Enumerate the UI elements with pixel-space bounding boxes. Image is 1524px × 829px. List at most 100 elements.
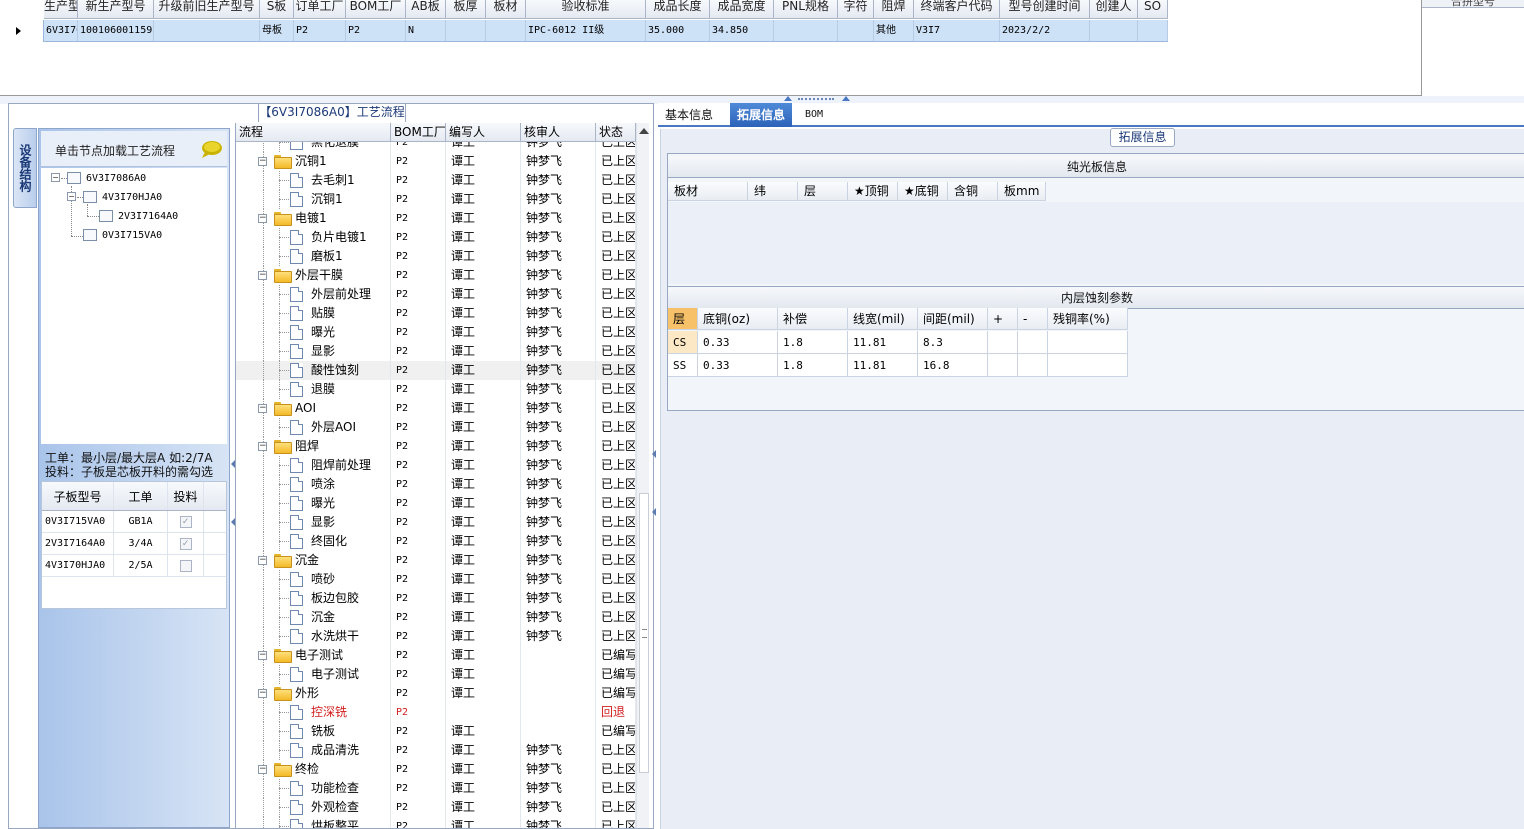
top-col-header[interactable]: 创建人	[1090, 0, 1138, 19]
top-col-header[interactable]: S板	[260, 0, 294, 19]
flow-step-row[interactable]: 水洗烘干 P2 谭工 钟梦飞 已上区	[236, 627, 636, 646]
flow-step-row[interactable]: 喷砂 P2 谭工 钟梦飞 已上区	[236, 570, 636, 589]
flow-step-row[interactable]: 退膜 P2 谭工 钟梦飞 已上区	[236, 380, 636, 399]
flow-step-row[interactable]: 终固化 P2 谭工 钟梦飞 已上区	[236, 532, 636, 551]
tab-basic-info[interactable]: 基本信息	[658, 103, 720, 127]
top-row-cell[interactable]	[1138, 20, 1168, 41]
top-row-cell[interactable]: 2023/2/2	[1000, 20, 1090, 41]
top-col-header[interactable]: 板厚	[446, 0, 486, 19]
etch-cell[interactable]: SS	[668, 354, 698, 377]
collapse-icon[interactable]: −	[258, 556, 267, 565]
col-bom-factory[interactable]: BOM工厂	[391, 123, 446, 142]
flow-group-row[interactable]: − AOI P2 谭工 钟梦飞 已上区	[236, 399, 636, 418]
flow-step-row[interactable]: 外层前处理 P2 谭工 钟梦飞 已上区	[236, 285, 636, 304]
top-row-cell[interactable]: 其他	[874, 20, 914, 41]
etch-row[interactable]: SS 0.33 1.8 11.81 16.8	[668, 354, 1128, 377]
flow-step-row[interactable]: 去毛刺1 P2 谭工 钟梦飞 已上区	[236, 171, 636, 190]
top-row-cell[interactable]	[838, 20, 874, 41]
etch-cell[interactable]: 16.8	[918, 354, 988, 377]
etch-cell[interactable]: 0.33	[698, 354, 778, 377]
etch-cell[interactable]	[1048, 331, 1128, 354]
etch-cell[interactable]: 8.3	[918, 331, 988, 354]
top-row-cell[interactable]	[154, 20, 260, 41]
flow-step-row[interactable]: 曝光 P2 谭工 钟梦飞 已上区	[236, 494, 636, 513]
sub-board-row[interactable]: 0V3I715VA0 GB1A ✓	[42, 511, 226, 533]
collapse-icon[interactable]: −	[258, 442, 267, 451]
flow-scrollbar[interactable]	[636, 123, 649, 828]
tree-node-0v3i715va0[interactable]: 0V3I715VA0	[83, 227, 162, 243]
top-col-header[interactable]: 验收标准	[526, 0, 646, 19]
top-row-cell[interactable]: 10010600115972	[78, 20, 154, 41]
sub-board-row[interactable]: 2V3I7164A0 3/4A ✓	[42, 533, 226, 555]
scroll-up-icon[interactable]	[639, 128, 649, 134]
col-flow[interactable]: 流程	[236, 123, 391, 142]
collapse-icon[interactable]: −	[258, 214, 267, 223]
collapse-icon[interactable]: −	[258, 765, 267, 774]
flow-step-row[interactable]: 酸性蚀刻 P2 谭工 钟梦飞 已上区	[236, 361, 636, 380]
feed-checkbox[interactable]	[179, 559, 192, 572]
board-col-header[interactable]: 板mm	[998, 182, 1046, 201]
feed-checkbox[interactable]: ✓	[179, 537, 192, 550]
flow-group-row[interactable]: − 沉铜1 P2 谭工 钟梦飞 已上区	[236, 152, 636, 171]
flow-step-row[interactable]: 电子测试 P2 谭工 已编写	[236, 665, 636, 684]
feed-checkbox[interactable]: ✓	[179, 515, 192, 528]
top-col-header[interactable]: 阻焊	[874, 0, 914, 19]
top-row-cell[interactable]: IPC-6012 II级	[526, 20, 646, 41]
top-col-header[interactable]: 订单工厂	[294, 0, 346, 19]
sub-board-row[interactable]: 4V3I70HJA0 2/5A	[42, 555, 226, 577]
flow-step-row[interactable]: 喷涂 P2 谭工 钟梦飞 已上区	[236, 475, 636, 494]
top-col-header[interactable]: SO	[1138, 0, 1168, 19]
top-col-header[interactable]: AB板	[406, 0, 446, 19]
top-row-cell[interactable]: P2	[346, 20, 406, 41]
flow-step-row[interactable]: 阻焊前处理 P2 谭工 钟梦飞 已上区	[236, 456, 636, 475]
top-col-header[interactable]: 成品长度	[646, 0, 710, 19]
collapse-icon[interactable]: −	[258, 157, 267, 166]
top-row-cell[interactable]	[774, 20, 838, 41]
flow-step-row[interactable]: 烘板整平 P2 谭工 钟梦飞 已上区	[236, 817, 636, 828]
top-row-cell[interactable]: N	[406, 20, 446, 41]
flow-step-row[interactable]: 磨板1 P2 谭工 钟梦飞 已上区	[236, 247, 636, 266]
flow-step-row[interactable]: 控深铣 P2 回退	[236, 703, 636, 722]
col-writer[interactable]: 编写人	[446, 123, 521, 142]
flow-group-row[interactable]: − 终检 P2 谭工 钟梦飞 已上区	[236, 760, 636, 779]
collapse-icon[interactable]: −	[258, 271, 267, 280]
top-row-cell[interactable]	[1090, 20, 1138, 41]
top-row-cell[interactable]: 母板	[260, 20, 294, 41]
flow-group-row[interactable]: − 阻焊 P2 谭工 钟梦飞 已上区	[236, 437, 636, 456]
chat-bubble-icon[interactable]	[199, 140, 223, 158]
board-col-header[interactable]: 板材	[668, 182, 748, 201]
flow-step-row[interactable]: 成品清洗 P2 谭工 钟梦飞 已上区	[236, 741, 636, 760]
flow-step-row[interactable]: 外层AOI P2 谭工 钟梦飞 已上区	[236, 418, 636, 437]
etch-cell[interactable]: 0.33	[698, 331, 778, 354]
etch-cell[interactable]: CS	[668, 331, 698, 354]
top-col-header[interactable]: 板材	[486, 0, 526, 19]
top-col-header[interactable]: 生产型号	[44, 0, 78, 19]
etch-cell[interactable]	[988, 331, 1018, 354]
flow-step-row[interactable]: 显影 P2 谭工 钟梦飞 已上区	[236, 513, 636, 532]
top-row-cell[interactable]: P2	[294, 20, 346, 41]
etch-cell[interactable]: 11.81	[848, 331, 918, 354]
tab-bom[interactable]: BOM	[798, 103, 830, 127]
flow-step-row[interactable]: 曝光 P2 谭工 钟梦飞 已上区	[236, 323, 636, 342]
tab-extended-info[interactable]: 拓展信息	[730, 103, 793, 127]
collapse-icon[interactable]: −	[258, 689, 267, 698]
top-col-header[interactable]: BOM工厂	[346, 0, 406, 19]
flow-step-row[interactable]: 黑化退膜 P2 谭工 钟梦飞 已上区	[236, 142, 636, 152]
flow-group-row[interactable]: − 沉金 P2 谭工 钟梦飞 已上区	[236, 551, 636, 570]
top-row-cell[interactable]	[486, 20, 526, 41]
board-col-header[interactable]: 含铜	[948, 182, 998, 201]
scroll-thumb[interactable]	[639, 493, 649, 773]
flow-step-row[interactable]: 沉铜1 P2 谭工 钟梦飞 已上区	[236, 190, 636, 209]
flow-step-row[interactable]: 贴膜 P2 谭工 钟梦飞 已上区	[236, 304, 636, 323]
tree-collapse-icon[interactable]: −	[51, 173, 60, 182]
board-col-header[interactable]: ★底铜	[898, 182, 948, 201]
collapse-icon[interactable]: −	[258, 404, 267, 413]
etch-cell[interactable]: 1.8	[778, 331, 848, 354]
top-col-header[interactable]: 新生产型号	[78, 0, 154, 19]
etch-row[interactable]: CS 0.33 1.8 11.81 8.3	[668, 331, 1128, 354]
etch-cell[interactable]	[1018, 354, 1048, 377]
tree-node-2v3i7164a0[interactable]: 2V3I7164A0	[99, 208, 178, 224]
flow-group-row[interactable]: − 外层干膜 P2 谭工 钟梦飞 已上区	[236, 266, 636, 285]
board-col-header[interactable]: 纬	[748, 182, 798, 201]
panel-splitter-right[interactable]	[651, 440, 657, 520]
